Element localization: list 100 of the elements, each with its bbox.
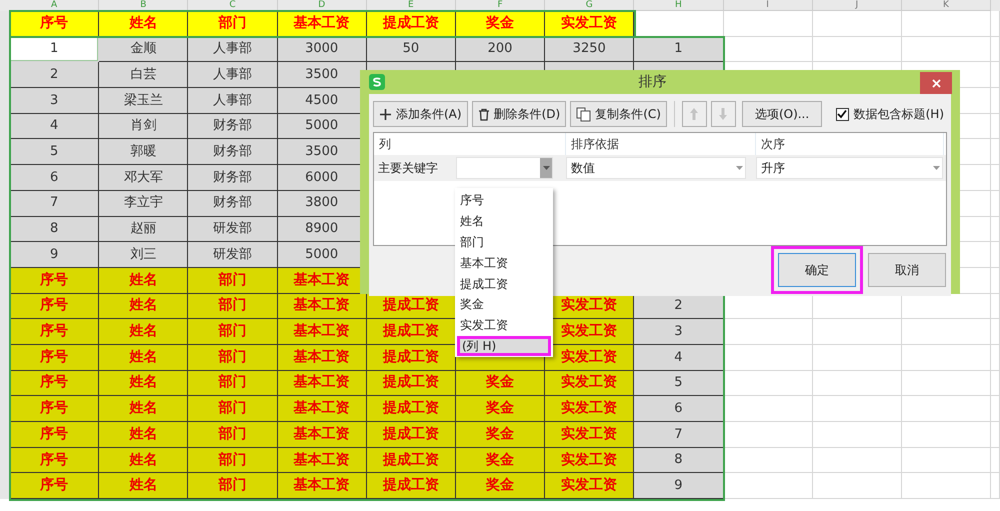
table-cell[interactable]: 姓名 xyxy=(99,319,188,345)
table-cell[interactable]: 部门 xyxy=(188,11,278,37)
table-cell[interactable]: 财务部 xyxy=(188,165,278,191)
table-cell[interactable]: 基本工资 xyxy=(278,319,367,345)
table-cell[interactable]: 奖金 xyxy=(456,370,546,396)
table-cell[interactable]: 5 xyxy=(10,139,100,166)
column-header[interactable]: J xyxy=(812,0,902,11)
table-cell[interactable]: 姓名 xyxy=(99,294,188,320)
table-cell[interactable]: 序号 xyxy=(10,448,100,474)
table-cell[interactable]: 3 xyxy=(10,88,100,114)
table-cell[interactable]: 金顺 xyxy=(99,36,188,62)
table-cell[interactable]: 姓名 xyxy=(99,396,188,422)
checkbox-label[interactable]: 数据包含标题(H) xyxy=(854,105,944,123)
table-cell[interactable]: 序号 xyxy=(10,396,100,422)
table-cell[interactable]: 3250 xyxy=(545,36,634,62)
table-cell[interactable]: 8 xyxy=(10,216,100,242)
table-cell[interactable]: 奖金 xyxy=(456,396,546,422)
table-cell[interactable]: 6 xyxy=(10,165,100,191)
table-cell[interactable]: 基本工资 xyxy=(278,396,367,422)
table-cell[interactable]: 部门 xyxy=(188,448,278,474)
table-cell[interactable]: 邓大军 xyxy=(99,165,188,191)
dropdown-option[interactable]: 基本工资 xyxy=(455,252,553,274)
table-cell[interactable]: 研发部 xyxy=(188,216,278,242)
table-cell[interactable]: 部门 xyxy=(188,370,278,396)
table-cell[interactable]: 基本工资 xyxy=(278,473,367,500)
table-cell[interactable]: 9 xyxy=(634,473,724,500)
table-cell[interactable]: 姓名 xyxy=(99,448,188,474)
table-cell[interactable]: 4 xyxy=(10,114,100,140)
dropdown-option[interactable]: 序号 xyxy=(455,190,553,211)
table-cell[interactable]: 梁玉兰 xyxy=(99,88,188,114)
table-cell[interactable]: 部门 xyxy=(188,422,278,448)
table-cell[interactable]: 9 xyxy=(10,242,100,268)
table-cell[interactable]: 财务部 xyxy=(188,139,278,166)
table-cell[interactable]: 实发工资 xyxy=(545,344,634,371)
table-cell[interactable]: 提成工资 xyxy=(366,319,456,345)
table-cell[interactable]: 姓名 xyxy=(99,11,188,37)
ok-button[interactable]: 确定 xyxy=(778,253,856,287)
table-cell[interactable]: 奖金 xyxy=(456,422,546,448)
table-cell[interactable]: 人事部 xyxy=(188,62,278,88)
column-header[interactable]: K xyxy=(902,0,992,11)
table-cell[interactable]: 序号 xyxy=(10,319,100,345)
table-cell[interactable]: 50 xyxy=(366,36,456,62)
delete-condition-button[interactable]: 删除条件(D) xyxy=(472,101,566,127)
table-cell[interactable]: 奖金 xyxy=(456,448,546,474)
table-cell[interactable]: 提成工资 xyxy=(366,422,456,448)
table-cell[interactable]: 刘三 xyxy=(99,242,188,268)
column-header[interactable]: E xyxy=(366,0,456,11)
dropdown-option[interactable]: 姓名 xyxy=(455,210,553,232)
close-button[interactable] xyxy=(920,72,952,94)
cancel-button[interactable]: 取消 xyxy=(868,253,946,287)
table-cell[interactable]: 部门 xyxy=(188,294,278,320)
table-cell[interactable]: 提成工资 xyxy=(366,473,456,500)
table-cell[interactable]: 部门 xyxy=(188,396,278,422)
table-cell[interactable]: 研发部 xyxy=(188,242,278,268)
dropdown-option[interactable]: 部门 xyxy=(455,232,553,252)
column-header[interactable]: C xyxy=(188,0,278,11)
table-cell[interactable]: 序号 xyxy=(10,294,100,320)
table-cell[interactable]: 基本工资 xyxy=(278,370,367,396)
table-cell[interactable]: 姓名 xyxy=(99,370,188,396)
sort-on-dropdown[interactable]: 数值 xyxy=(566,157,746,179)
add-condition-button[interactable]: 添加条件(A) xyxy=(373,101,468,127)
column-dropdown[interactable] xyxy=(456,157,553,179)
order-dropdown[interactable]: 升序 xyxy=(756,157,943,179)
table-cell[interactable]: 4 xyxy=(634,344,724,371)
column-header[interactable]: F xyxy=(456,0,546,11)
table-cell[interactable]: 7 xyxy=(634,422,724,448)
table-cell[interactable]: 赵丽 xyxy=(99,216,188,242)
table-cell[interactable]: 提成工资 xyxy=(366,344,456,371)
table-cell[interactable]: 序号 xyxy=(10,422,100,448)
table-cell[interactable]: 基本工资 xyxy=(278,344,367,371)
table-cell[interactable]: 序号 xyxy=(10,473,100,500)
table-cell[interactable]: 3000 xyxy=(278,36,367,62)
dropdown-option[interactable]: (列 H) xyxy=(457,336,551,356)
table-cell[interactable]: 基本工资 xyxy=(278,448,367,474)
column-header[interactable]: D xyxy=(278,0,367,11)
table-cell[interactable]: 1 xyxy=(10,36,100,62)
table-cell[interactable]: 提成工资 xyxy=(366,448,456,474)
table-cell[interactable]: 姓名 xyxy=(99,473,188,500)
table-cell[interactable]: 人事部 xyxy=(188,88,278,114)
table-cell[interactable]: 财务部 xyxy=(188,114,278,140)
table-cell[interactable]: 实发工资 xyxy=(545,11,634,37)
table-cell[interactable]: 序号 xyxy=(10,370,100,396)
checkbox[interactable] xyxy=(836,108,849,120)
column-header[interactable]: I xyxy=(724,0,813,11)
table-cell[interactable]: 奖金 xyxy=(456,473,546,500)
table-cell[interactable]: 部门 xyxy=(188,344,278,371)
table-cell[interactable]: 提成工资 xyxy=(366,396,456,422)
table-cell[interactable]: 2 xyxy=(10,62,100,88)
table-cell[interactable]: 提成工资 xyxy=(366,370,456,396)
table-cell[interactable]: 序号 xyxy=(10,344,100,371)
table-cell[interactable]: 李立宇 xyxy=(99,190,188,216)
table-cell[interactable]: 奖金 xyxy=(456,11,546,37)
table-cell[interactable]: 7 xyxy=(10,190,100,216)
table-cell[interactable]: 基本工资 xyxy=(278,11,367,37)
column-header[interactable]: B xyxy=(99,0,188,11)
table-cell[interactable]: 提成工资 xyxy=(366,11,456,37)
table-cell[interactable]: 200 xyxy=(456,36,546,62)
table-cell[interactable]: 实发工资 xyxy=(545,370,634,396)
table-cell[interactable]: 基本工资 xyxy=(278,422,367,448)
column-header[interactable]: A xyxy=(10,0,100,11)
